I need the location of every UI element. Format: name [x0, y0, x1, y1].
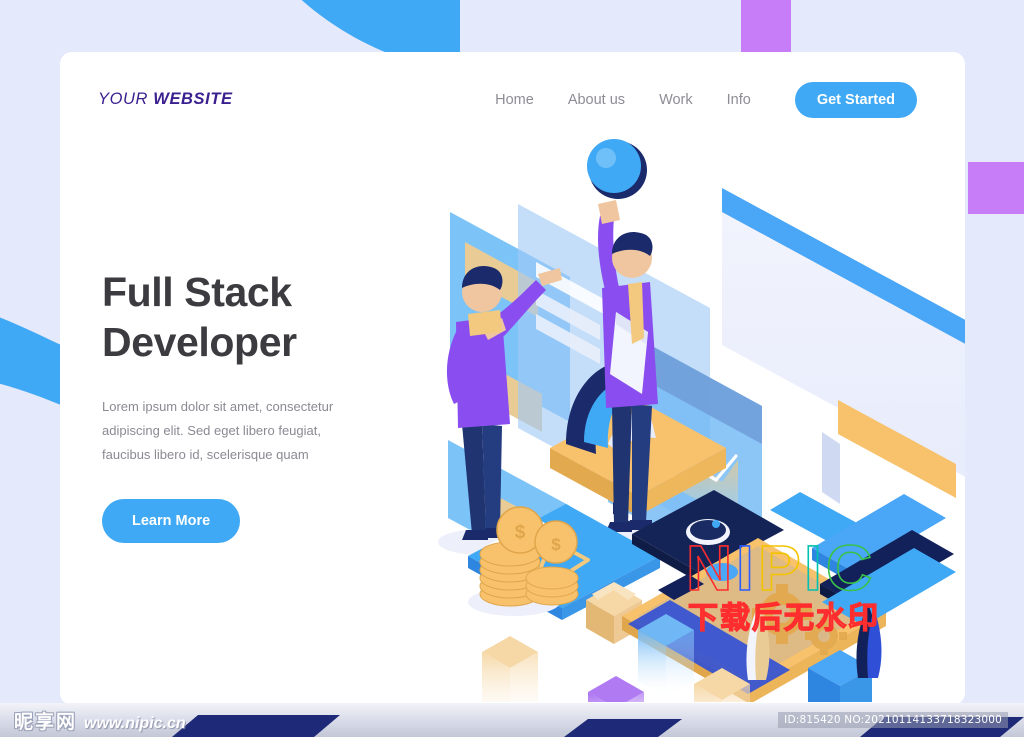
purple-square-right: [968, 162, 1024, 214]
hero-title: Full Stack Developer: [102, 267, 392, 367]
hero-title-line-2: Developer: [102, 319, 297, 366]
isometric-workspace-illustration: $ $: [438, 139, 965, 702]
main-navigation: Home About us Work Info Get Started: [495, 81, 917, 118]
footer-id-text: ID:815420 NO:20210114133718323000: [778, 712, 1008, 728]
cube-purple-1: [588, 676, 644, 702]
get-started-button[interactable]: Get Started: [794, 81, 917, 118]
cube-blue-1: [638, 614, 694, 698]
hero-illustration: $ $: [370, 132, 965, 702]
footer-brand-url: www.nipic.cn: [84, 715, 186, 732]
footer-brand-cn: 昵享网: [14, 711, 78, 733]
purple-square-top: [741, 0, 791, 52]
nav-item-info[interactable]: Info: [727, 92, 751, 108]
hero-text-block: Full Stack Developer Lorem ipsum dolor s…: [102, 267, 392, 544]
blue-sphere: [587, 139, 647, 199]
nav-item-about-us[interactable]: About us: [568, 92, 625, 108]
site-logo[interactable]: YOUR WEBSITE: [98, 90, 233, 109]
hero-paragraph: Lorem ipsum dolor sit amet, consectetur …: [102, 399, 334, 463]
coin-dollar-symbol-2: $: [551, 535, 561, 554]
coin-dollar-symbol-1: $: [515, 522, 526, 543]
footer-brand: 昵享网 www.nipic.cn: [14, 707, 186, 734]
cube-tan-1: [482, 636, 538, 702]
nav-item-work[interactable]: Work: [659, 92, 693, 108]
page-root: YOUR WEBSITE Home About us Work Info Get…: [0, 0, 1024, 737]
logo-text-light: YOUR: [98, 90, 149, 108]
footer-watermark-bar: 昵享网 www.nipic.cn ID:815420 NO:2021011413…: [0, 703, 1024, 737]
logo-text-bold: WEBSITE: [153, 90, 233, 108]
hero-title-line-1: Full Stack: [102, 269, 292, 315]
landing-card: YOUR WEBSITE Home About us Work Info Get…: [60, 52, 965, 705]
nav-item-home[interactable]: Home: [495, 92, 534, 108]
learn-more-button[interactable]: Learn More: [102, 499, 241, 544]
